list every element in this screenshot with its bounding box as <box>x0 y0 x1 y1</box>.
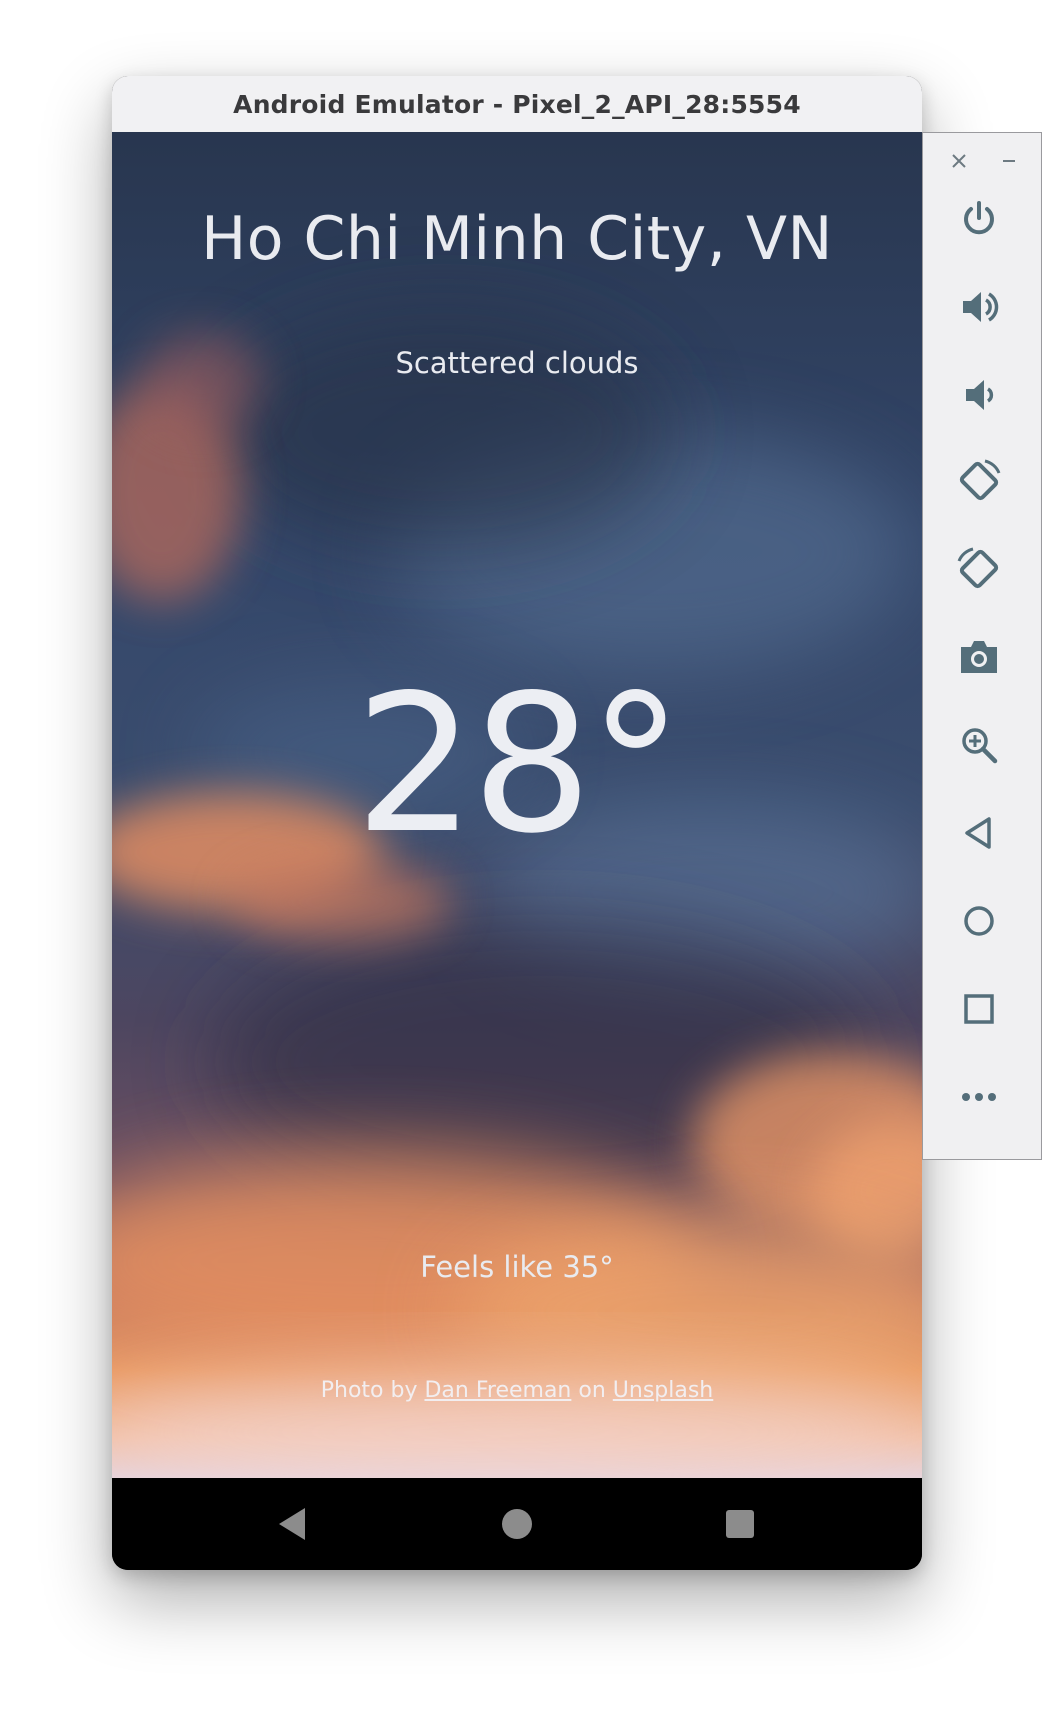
close-icon <box>952 154 966 168</box>
home-icon <box>964 906 994 936</box>
toolbar-back-button[interactable] <box>953 807 1005 859</box>
nav-back-button[interactable] <box>270 1502 314 1546</box>
photo-author-link[interactable]: Dan Freeman <box>424 1378 571 1403</box>
photo-credit-prefix: Photo by <box>320 1378 418 1403</box>
volume-up-icon <box>963 292 999 322</box>
volume-up-button[interactable] <box>953 281 1005 333</box>
emulator-side-toolbar <box>922 132 1042 1160</box>
screenshot-button[interactable] <box>953 631 1005 683</box>
desktop: Android Emulator - Pixel_2_API_28:5554 H… <box>0 0 1044 1720</box>
rotate-left-icon <box>959 459 1001 501</box>
zoom-icon <box>962 728 998 764</box>
more-button[interactable] <box>953 1071 1005 1123</box>
zoom-button[interactable] <box>953 719 1005 771</box>
back-triangle-icon <box>279 1508 305 1540</box>
temperature: 28° <box>354 654 684 875</box>
home-circle-icon <box>502 1509 532 1539</box>
recents-square-icon <box>726 1510 754 1538</box>
more-icon <box>962 1093 996 1101</box>
volume-down-button[interactable] <box>953 369 1005 421</box>
toolbar-minimize-button[interactable] <box>997 149 1021 173</box>
rotate-left-button[interactable] <box>953 455 1005 507</box>
back-icon <box>965 817 991 849</box>
android-nav-bar <box>112 1478 922 1570</box>
feels-like-temperature: Feels like 35° <box>420 1250 614 1284</box>
nav-recents-button[interactable] <box>718 1502 762 1546</box>
overview-icon <box>964 994 994 1024</box>
weather-condition: Scattered clouds <box>395 346 639 380</box>
power-button[interactable] <box>953 193 1005 245</box>
volume-down-icon <box>966 380 994 410</box>
rotate-right-icon <box>957 547 999 589</box>
emulator-window: Android Emulator - Pixel_2_API_28:5554 H… <box>112 76 922 1570</box>
power-icon <box>964 201 994 235</box>
nav-home-button[interactable] <box>495 1502 539 1546</box>
toolbar-close-button[interactable] <box>947 149 971 173</box>
device-screen[interactable]: Ho Chi Minh City, VN Scattered clouds 28… <box>112 132 922 1478</box>
toolbar-overview-button[interactable] <box>953 983 1005 1035</box>
unsplash-link[interactable]: Unsplash <box>613 1378 713 1403</box>
toolbar-home-button[interactable] <box>953 895 1005 947</box>
window-title: Android Emulator - Pixel_2_API_28:5554 <box>233 89 801 119</box>
window-title-bar[interactable]: Android Emulator - Pixel_2_API_28:5554 <box>112 76 922 133</box>
minimize-icon <box>1003 160 1015 162</box>
camera-icon <box>961 641 997 673</box>
city-name: Ho Chi Minh City, VN <box>201 204 833 274</box>
rotate-right-button[interactable] <box>953 543 1005 595</box>
photo-credit: Photo by Dan Freeman on Unsplash <box>112 1378 922 1403</box>
photo-credit-middle: on <box>578 1378 606 1403</box>
